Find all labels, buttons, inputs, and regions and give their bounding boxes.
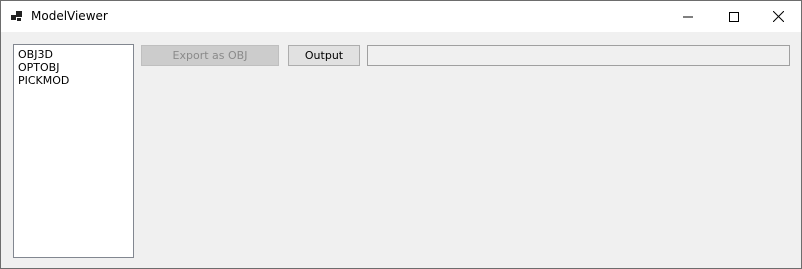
close-button[interactable] <box>755 1 801 32</box>
list-item[interactable]: OPTOBJ <box>14 61 133 74</box>
model-list[interactable]: OBJ3D OPTOBJ PICKMOD <box>13 44 134 258</box>
window-title: ModelViewer <box>31 9 108 23</box>
main-window: ModelViewer OBJ3D OPTOBJ PICKMOD Export … <box>0 0 802 269</box>
list-item[interactable]: OBJ3D <box>14 48 133 61</box>
output-button[interactable]: Output <box>288 45 360 66</box>
minimize-icon <box>683 16 693 17</box>
title-bar[interactable]: ModelViewer <box>1 1 801 32</box>
output-path-field[interactable] <box>367 45 790 66</box>
export-obj-button[interactable]: Export as OBJ <box>141 45 279 66</box>
list-item[interactable]: PICKMOD <box>14 74 133 87</box>
maximize-button[interactable] <box>711 1 757 32</box>
app-icon <box>11 11 22 21</box>
maximize-icon <box>729 11 739 22</box>
minimize-button[interactable] <box>665 1 711 32</box>
close-icon <box>772 11 784 22</box>
